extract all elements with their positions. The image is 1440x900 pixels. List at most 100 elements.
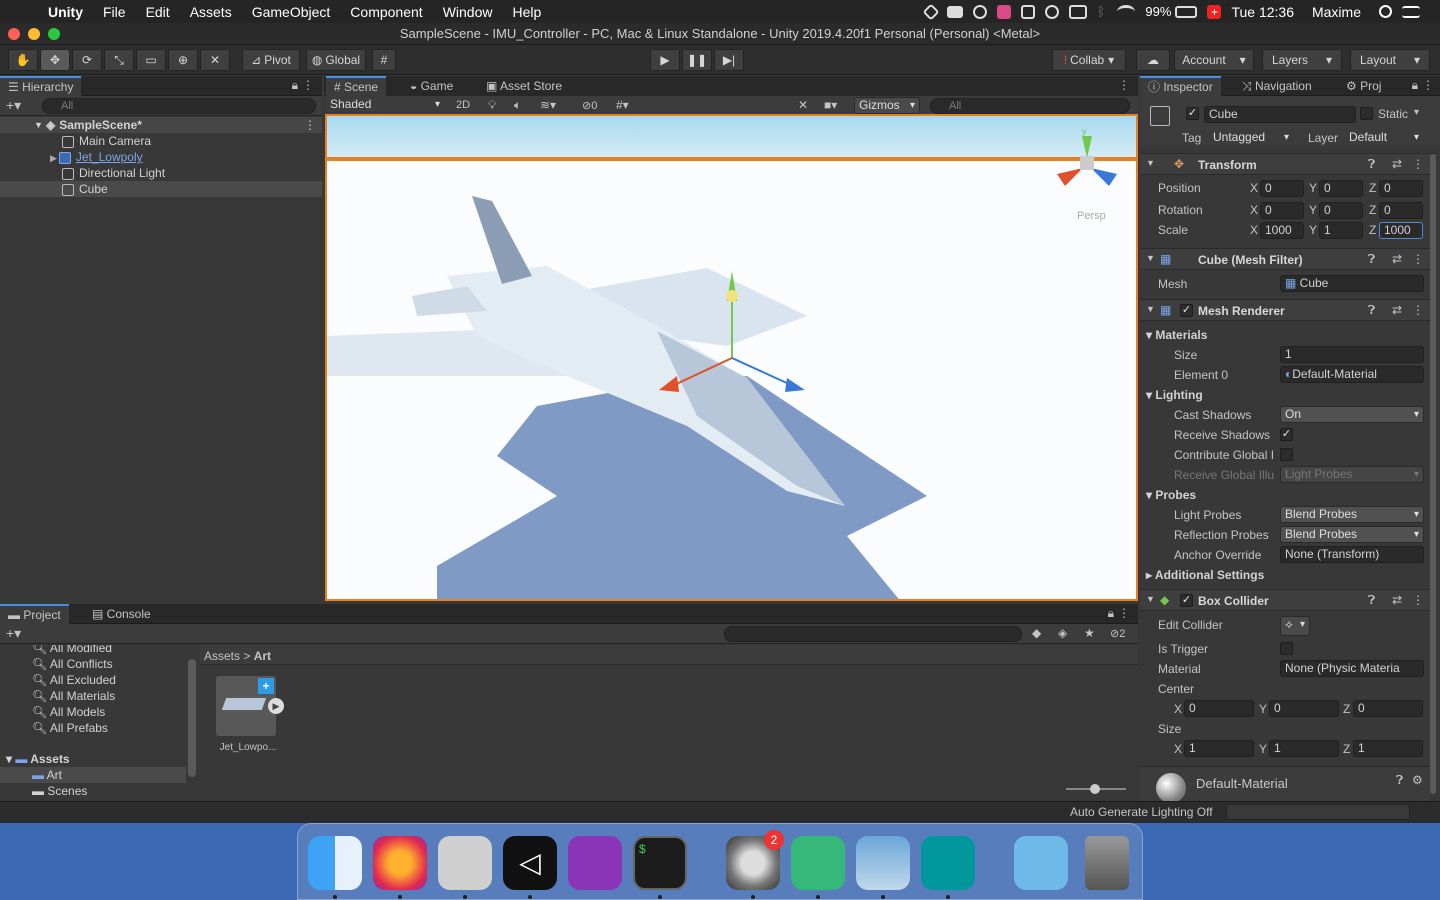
- menubar-user[interactable]: Maxime: [1312, 4, 1361, 20]
- preview-icon[interactable]: [856, 836, 910, 890]
- static-checkbox[interactable]: [1360, 107, 1373, 120]
- airplay-icon[interactable]: [1069, 4, 1088, 19]
- material-preview-header[interactable]: Default-Material ❓︎ ⚙: [1140, 766, 1430, 801]
- expand-arrow-icon[interactable]: ▶: [50, 153, 57, 163]
- additional-settings-foldout[interactable]: ▸ Additional Settings: [1146, 568, 1264, 582]
- favorite-all-modified[interactable]: 🔍︎ All Modified: [32, 645, 112, 656]
- unity-status-icon[interactable]: [922, 3, 940, 20]
- scale-tool-icon[interactable]: ⤡: [104, 49, 134, 71]
- box-collider-header[interactable]: ▼ ◆ ✓ Box Collider ❓︎ ⇄ ⋮: [1140, 589, 1436, 611]
- scene-root-row[interactable]: ▼ ◈ SampleScene* ⋮: [0, 117, 322, 133]
- tab-console[interactable]: ▤ Console: [84, 604, 159, 624]
- element0-object-field[interactable]: ◐Default-Material: [1280, 366, 1424, 383]
- rect-tool-icon[interactable]: ▭: [136, 49, 166, 71]
- lighting-toggle-icon[interactable]: 💡︎: [488, 98, 496, 113]
- hierarchy-item-jet-lowpoly[interactable]: ▶ Jet_Lowpoly: [0, 149, 322, 165]
- help-icon[interactable]: ❓︎: [1368, 303, 1375, 318]
- position-z-field[interactable]: 0: [1379, 180, 1423, 197]
- reflection-probes-dropdown[interactable]: Blend Probes: [1280, 526, 1424, 543]
- firefox-icon[interactable]: [373, 836, 427, 890]
- help-icon[interactable]: ❓︎: [1368, 593, 1375, 608]
- menu-file[interactable]: File: [103, 4, 126, 20]
- github-desktop-icon[interactable]: [568, 836, 622, 890]
- size-y-field[interactable]: 1: [1269, 740, 1339, 757]
- rotation-z-field[interactable]: 0: [1379, 202, 1423, 219]
- menu-assets[interactable]: Assets: [190, 4, 232, 20]
- materials-foldout[interactable]: ▾ Materials: [1146, 328, 1207, 342]
- project-tree-scrollbar[interactable]: [188, 659, 196, 777]
- scene-viewport[interactable]: y Persp: [325, 114, 1138, 601]
- wifi-icon[interactable]: [1117, 4, 1136, 19]
- tab-navigation[interactable]: ⤨ Navigation: [1234, 76, 1320, 96]
- tools-icon[interactable]: ✕: [798, 98, 808, 112]
- kebab-menu-icon[interactable]: ⋮: [1422, 78, 1434, 92]
- is-trigger-checkbox[interactable]: [1280, 642, 1293, 655]
- help-icon[interactable]: ❓︎: [1396, 773, 1403, 788]
- expand-play-icon[interactable]: ▶: [268, 698, 284, 714]
- trash-icon[interactable]: [1085, 836, 1129, 890]
- light-probes-dropdown[interactable]: Blend Probes: [1280, 506, 1424, 523]
- filter-by-label-icon[interactable]: ◈: [1058, 626, 1067, 640]
- center-x-field[interactable]: 0: [1184, 700, 1254, 717]
- clock-status-icon[interactable]: [1045, 4, 1060, 19]
- inspector-scrollbar[interactable]: [1430, 154, 1436, 794]
- preset-icon[interactable]: ⇄: [1392, 303, 1402, 317]
- center-y-field[interactable]: 0: [1269, 700, 1339, 717]
- favorite-all-excluded[interactable]: 🔍︎ All Excluded: [32, 672, 116, 688]
- hierarchy-item-cube[interactable]: Cube: [0, 181, 322, 197]
- kebab-menu-icon[interactable]: ⋮: [1118, 78, 1130, 92]
- layout-dropdown[interactable]: Layout ▾: [1350, 49, 1430, 71]
- perspective-label[interactable]: Persp: [1077, 210, 1106, 222]
- spotlight-search-icon[interactable]: [1379, 5, 1392, 18]
- bluetooth-icon[interactable]: ᛒ: [1097, 4, 1107, 19]
- box-collider-enabled-checkbox[interactable]: ✓: [1180, 594, 1193, 607]
- tab-scene[interactable]: # Scene: [326, 76, 387, 96]
- gizmo-z-axis[interactable]: [731, 357, 790, 385]
- shading-mode-dropdown[interactable]: Shaded: [326, 97, 444, 114]
- battery-icon[interactable]: [1175, 5, 1198, 18]
- mesh-renderer-enabled-checkbox[interactable]: ✓: [1180, 304, 1193, 317]
- kebab-menu-icon[interactable]: ⋮: [304, 117, 316, 133]
- help-icon[interactable]: ❓︎: [1368, 252, 1375, 267]
- collab-dropdown[interactable]: ! Collab ▾: [1052, 49, 1126, 71]
- breadcrumb-assets[interactable]: Assets: [204, 649, 240, 663]
- project-search-input[interactable]: [724, 626, 1022, 642]
- hidden-packages-toggle[interactable]: ⊘2: [1110, 627, 1125, 640]
- assets-root-folder[interactable]: ▾ ▬ Assets: [6, 751, 70, 767]
- unity-hub-icon[interactable]: [438, 836, 492, 890]
- grid-snap-icon[interactable]: #: [372, 49, 396, 71]
- favorite-star-icon[interactable]: ★: [1084, 626, 1095, 640]
- mesh-object-field[interactable]: ▦ Cube: [1280, 275, 1424, 292]
- kebab-menu-icon[interactable]: ⋮: [1118, 606, 1130, 620]
- dropbox-icon[interactable]: [947, 5, 964, 18]
- view-y-cone[interactable]: [1082, 136, 1092, 158]
- step-button[interactable]: ▶|: [714, 49, 744, 71]
- arduino-status-icon[interactable]: [1021, 4, 1036, 19]
- rotation-x-field[interactable]: 0: [1260, 202, 1304, 219]
- view-x-cone[interactable]: [1057, 168, 1083, 186]
- tab-inspector[interactable]: ⓘ Inspector: [1140, 76, 1221, 96]
- close-window-button[interactable]: [8, 28, 20, 40]
- filter-by-type-icon[interactable]: ◆: [1032, 626, 1041, 640]
- lock-icon[interactable]: 🔒︎: [292, 78, 298, 93]
- gizmo-z-arrow[interactable]: [785, 378, 805, 392]
- atom-icon[interactable]: [791, 836, 845, 890]
- preset-icon[interactable]: ⇄: [1392, 157, 1402, 171]
- help-icon[interactable]: ❓︎: [1368, 157, 1375, 172]
- probes-foldout[interactable]: ▾ Probes: [1146, 488, 1196, 502]
- kebab-menu-icon[interactable]: ⋮: [1412, 157, 1424, 171]
- asset-jet-lowpoly[interactable]: + ▶ Jet_Lowpo...: [212, 676, 284, 762]
- kebab-menu-icon[interactable]: ⋮: [302, 78, 314, 92]
- chevron-down-icon[interactable]: ▾: [1414, 107, 1419, 118]
- foldout-arrow-icon[interactable]: ▼: [1146, 304, 1155, 314]
- favorite-all-materials[interactable]: 🔍︎ All Materials: [32, 688, 115, 704]
- folder-art[interactable]: ▬ Art: [0, 767, 186, 783]
- account-dropdown[interactable]: Account ▾: [1174, 49, 1254, 71]
- foldout-arrow-icon[interactable]: ▼: [1146, 158, 1155, 168]
- move-gizmo[interactable]: [647, 266, 847, 426]
- effects-toggle-icon[interactable]: ≋▾: [540, 98, 556, 112]
- gizmos-dropdown[interactable]: Gizmos: [854, 97, 920, 114]
- physic-material-field[interactable]: None (Physic Materia: [1280, 660, 1424, 677]
- grid-toggle-icon[interactable]: #▾: [616, 98, 629, 112]
- expand-arrow-icon[interactable]: ▼: [34, 117, 43, 133]
